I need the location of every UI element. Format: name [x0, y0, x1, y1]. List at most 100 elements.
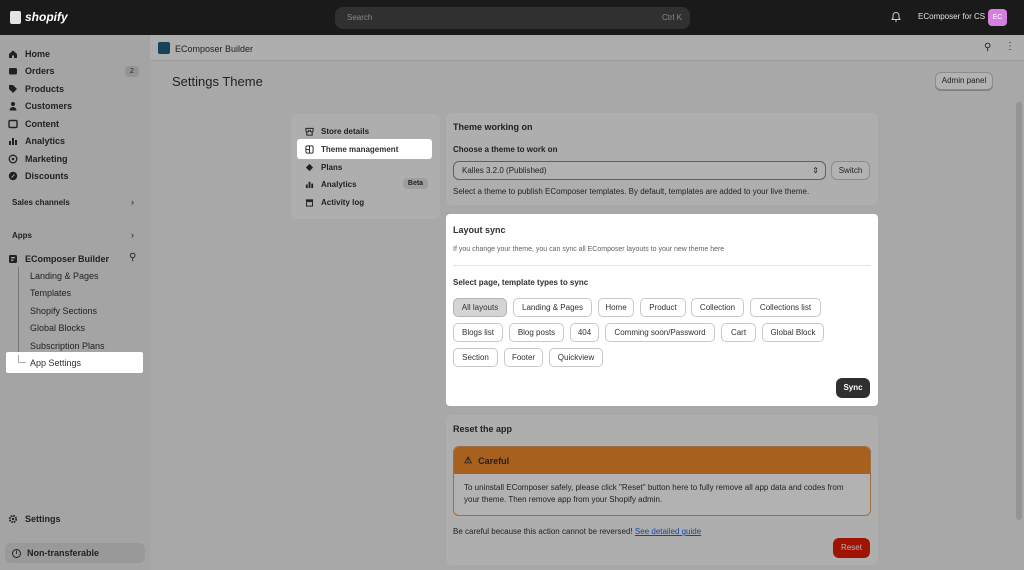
layout-sync-card: Layout sync If you change your theme, yo… — [446, 214, 878, 406]
sidebar-item-ecomposer[interactable]: EComposer Builder — [8, 250, 109, 267]
banner-text: To uninstall EComposer safely, please cl… — [464, 483, 844, 504]
theme-icon — [305, 144, 314, 154]
theme-select-value: Kalles 3.2.0 (Published) — [462, 166, 547, 175]
chip-coming-soon[interactable]: Comming soon/Password — [605, 323, 715, 342]
chip-section[interactable]: Section — [453, 348, 498, 367]
switch-button[interactable]: Switch — [831, 161, 870, 180]
sidebar-item-content[interactable]: Content — [8, 115, 59, 132]
chip-collection[interactable]: Collection — [691, 298, 744, 317]
admin-panel-button[interactable]: Admin panel — [935, 72, 993, 90]
sidebar-item-analytics[interactable]: Analytics — [8, 132, 65, 149]
theme-select[interactable]: Kalles 3.2.0 (Published) ⇕ — [453, 161, 826, 180]
search-placeholder: Search — [347, 13, 373, 22]
sidebar-item-label: EComposer Builder — [25, 253, 110, 264]
sidebar-item-settings[interactable]: Settings — [8, 510, 61, 527]
non-transferable-badge[interactable]: i Non-transferable — [5, 543, 145, 563]
menu-item-label: Store details — [321, 126, 370, 136]
sidebar: Home Orders 2 Products Customers Content… — [0, 35, 150, 570]
chevron-right-icon[interactable]: › — [131, 197, 134, 207]
top-bar: shopify Search Ctrl K EComposer for CS E… — [0, 0, 1024, 35]
detailed-guide-link[interactable]: See detailed guide — [635, 527, 701, 536]
page-title: Settings Theme — [172, 74, 263, 89]
menu-item-activity-log[interactable]: Activity log — [305, 195, 364, 209]
reset-warning: Be careful because this action cannot be… — [453, 527, 701, 536]
menu-item-label: Plans — [321, 162, 343, 172]
sales-channels-heading[interactable]: Sales channels — [12, 198, 70, 207]
reset-card-title: Reset the app — [453, 424, 513, 434]
sidebar-item-orders[interactable]: Orders — [8, 62, 55, 79]
search-input[interactable]: Search Ctrl K — [335, 7, 690, 29]
banner-title: Careful — [478, 455, 510, 466]
chip-product[interactable]: Product — [640, 298, 686, 317]
sidebar-item-discounts[interactable]: Discounts — [8, 167, 69, 184]
chip-quickview[interactable]: Quickview — [549, 348, 603, 367]
sidebar-sub-label: App Settings — [30, 358, 82, 368]
chip-landing-pages[interactable]: Landing & Pages — [513, 298, 592, 317]
avatar[interactable]: EC — [988, 9, 1007, 26]
app-bar: EComposer Builder ⚲ ⋮ — [150, 35, 1024, 61]
info-icon: i — [12, 548, 21, 558]
gear-icon — [8, 514, 18, 523]
careful-banner: ⚠ Careful To uninstall EComposer safely, … — [453, 446, 871, 516]
chip-all-layouts[interactable]: All layouts — [453, 298, 507, 317]
chip-collections-list[interactable]: Collections list — [750, 298, 821, 317]
reset-warning-text: Be careful because this action cannot be… — [453, 527, 633, 536]
chip-blog-posts[interactable]: Blog posts — [509, 323, 564, 342]
menu-item-label: Theme management — [321, 144, 399, 154]
sidebar-sub-sections[interactable]: Shopify Sections — [30, 306, 97, 316]
theme-card-title: Theme working on — [453, 122, 533, 132]
sidebar-sub-global-blocks[interactable]: Global Blocks — [30, 323, 85, 333]
reset-button[interactable]: Reset — [833, 538, 870, 558]
chart-icon — [9, 137, 17, 145]
sidebar-sub-templates[interactable]: Templates — [30, 288, 71, 298]
non-transferable-label: Non-transferable — [27, 548, 100, 558]
chip-home[interactable]: Home — [598, 298, 634, 317]
menu-item-label: Analytics — [321, 179, 357, 189]
menu-item-plans[interactable]: Plans — [305, 160, 342, 174]
chip-cart[interactable]: Cart — [721, 323, 756, 342]
sidebar-item-label: Settings — [25, 513, 61, 524]
search-shortcut: Ctrl K — [662, 13, 682, 22]
sync-button[interactable]: Sync — [836, 378, 870, 398]
chip-global-block[interactable]: Global Block — [762, 323, 824, 342]
sidebar-sub-landing[interactable]: Landing & Pages — [30, 271, 99, 281]
plans-icon — [305, 163, 314, 171]
chip-404[interactable]: 404 — [570, 323, 599, 342]
sidebar-item-label: Home — [25, 48, 51, 59]
warning-icon: ⚠ — [464, 455, 473, 465]
store-icon — [305, 127, 314, 136]
sidebar-item-label: Customers — [25, 100, 73, 111]
store-name[interactable]: EComposer for CS — [918, 12, 985, 21]
person-icon — [9, 101, 17, 110]
beta-badge: Beta — [403, 178, 428, 189]
menu-item-analytics[interactable]: Analytics — [305, 177, 357, 191]
apps-heading[interactable]: Apps — [12, 231, 32, 240]
menu-item-store-details[interactable]: Store details — [305, 124, 369, 138]
chip-blogs-list[interactable]: Blogs list — [453, 323, 503, 342]
chip-footer[interactable]: Footer — [504, 348, 543, 367]
sidebar-item-marketing[interactable]: Marketing — [8, 150, 68, 167]
shopify-logo[interactable]: shopify — [10, 10, 68, 24]
sidebar-sub-subscription[interactable]: Subscription Plans — [30, 341, 105, 351]
pin-icon[interactable]: ⚲ — [129, 252, 136, 263]
sidebar-item-home[interactable]: Home — [8, 45, 50, 62]
sidebar-item-label: Analytics — [25, 135, 66, 146]
bell-icon[interactable] — [890, 11, 902, 23]
target-icon — [8, 154, 18, 163]
chevron-right-icon[interactable]: › — [131, 230, 134, 240]
sidebar-item-label: Products — [25, 83, 65, 94]
sidebar-item-label: Marketing — [25, 153, 68, 164]
sidebar-item-customers[interactable]: Customers — [8, 97, 72, 114]
layout-sync-select-label: Select page, template types to sync — [453, 278, 589, 287]
more-options-icon[interactable]: ⋮ — [1005, 41, 1015, 52]
menu-item-theme-management[interactable]: Theme management — [297, 139, 432, 159]
sidebar-item-label: Content — [25, 118, 59, 129]
sidebar-sub-app-settings[interactable]: App Settings — [6, 352, 143, 373]
divider — [453, 265, 871, 266]
sidebar-item-products[interactable]: Products — [8, 80, 64, 97]
choose-theme-label: Choose a theme to work on — [453, 145, 558, 154]
layout-sync-title: Layout sync — [453, 225, 506, 235]
shopify-bag-icon — [10, 10, 21, 24]
scrollbar[interactable] — [1016, 102, 1022, 520]
pin-icon[interactable]: ⚲ — [984, 42, 991, 53]
